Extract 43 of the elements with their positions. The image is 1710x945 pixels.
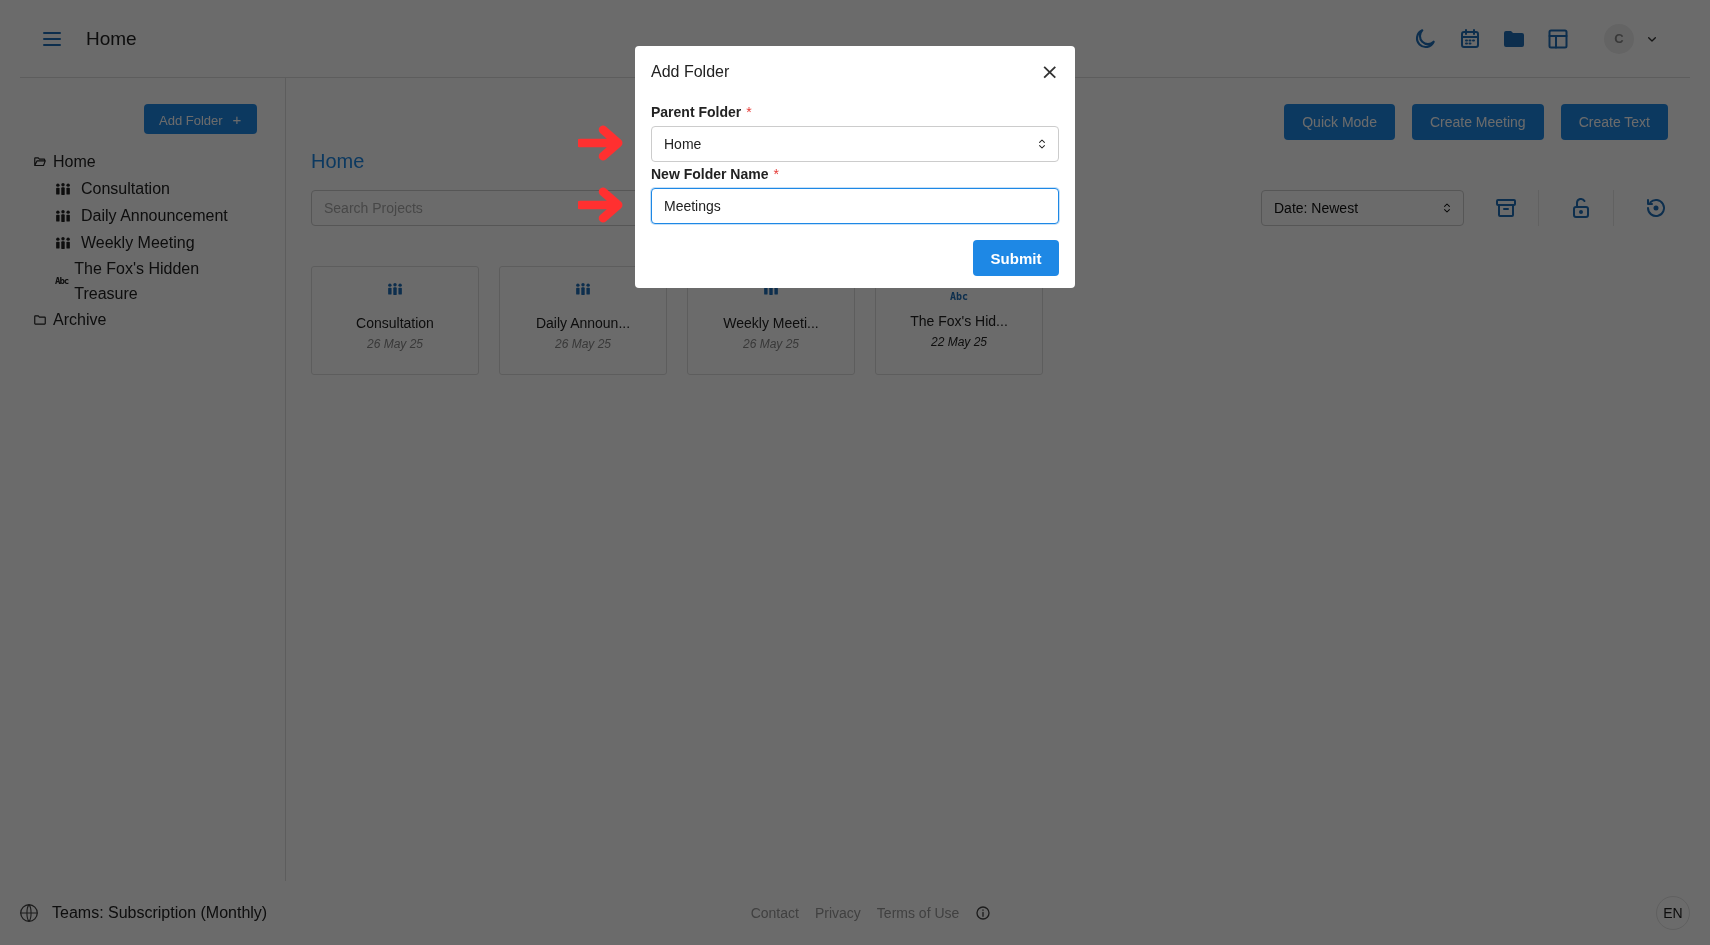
meeting-icon (575, 283, 591, 295)
submit-button[interactable]: Submit (973, 240, 1059, 276)
sort-select[interactable]: Date: Newest (1261, 190, 1464, 226)
action-button[interactable]: Quick Mode (1284, 104, 1395, 140)
meeting-icon (55, 236, 71, 249)
card-title: The Fox's Hid... (910, 313, 1008, 329)
meeting-icon (387, 283, 403, 295)
action-button[interactable]: Create Meeting (1411, 104, 1544, 140)
tree-item[interactable]: Consultation (81, 176, 170, 201)
required-mark: * (773, 166, 779, 182)
folder-name-input[interactable]: Meetings (651, 188, 1059, 224)
plus-icon: + (232, 110, 242, 128)
text-icon: Abc (55, 276, 69, 286)
text-icon: Abc (949, 291, 969, 305)
tree-item[interactable]: Daily Announcement (81, 203, 228, 228)
card-date: 22 May 25 (930, 335, 987, 349)
field-label: New Folder Name (651, 166, 769, 182)
tree-item[interactable]: Home (53, 149, 96, 174)
calendar-icon[interactable] (1458, 26, 1482, 51)
add-folder-button[interactable]: Add Folder + (144, 104, 257, 134)
history-icon[interactable] (1644, 196, 1668, 220)
meeting-icon (55, 182, 71, 195)
meeting-icon (55, 209, 71, 222)
info-icon[interactable] (975, 905, 992, 921)
required-mark: * (746, 104, 752, 120)
tree-item[interactable]: Archive (53, 307, 107, 332)
globe-logo-icon (18, 902, 40, 924)
close-button[interactable]: × (1040, 62, 1059, 82)
card-title: Consultation (356, 315, 434, 331)
tree-item[interactable]: Weekly Meeting (81, 230, 195, 255)
parent-folder-select[interactable]: Home (651, 126, 1059, 162)
updown-caret-icon (1443, 201, 1451, 215)
tree-item[interactable]: The Fox's Hidden Treasure (74, 256, 225, 306)
page-title: Home (86, 27, 138, 50)
dialog-title: Add Folder (651, 63, 730, 81)
section-title: Home (311, 150, 365, 173)
subscription-label: Teams: Subscription (Monthly) (52, 904, 269, 922)
field-label: Parent Folder (651, 104, 742, 120)
archive-box-icon[interactable] (1494, 196, 1518, 220)
updown-caret-icon (1038, 137, 1046, 151)
action-button[interactable]: Create Text (1560, 104, 1668, 140)
card-title: Daily Announ... (535, 315, 631, 331)
card-title: Weekly Meeti... (723, 315, 819, 331)
